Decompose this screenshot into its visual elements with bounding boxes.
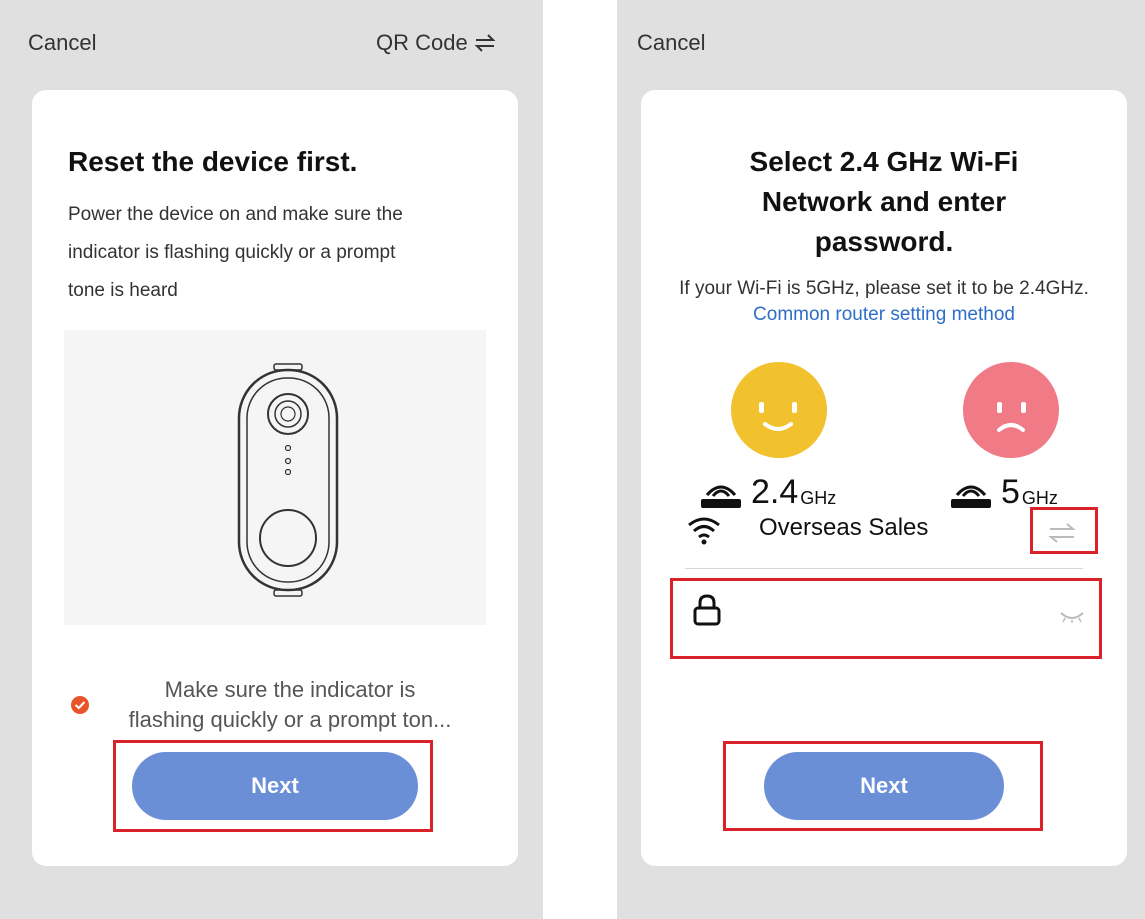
- check-circle-icon[interactable]: [70, 695, 90, 715]
- qr-code-label: QR Code: [376, 30, 468, 55]
- band-value: 5: [1001, 473, 1020, 511]
- title-line: Network and enter: [761, 186, 1007, 217]
- swap-arrows-icon: [474, 34, 496, 52]
- band-value: 2.4: [751, 473, 799, 511]
- router-setting-link[interactable]: Common router setting method: [753, 304, 1015, 325]
- title-line: Select 2.4 GHz Wi-Fi: [749, 146, 1019, 177]
- confirm-line: Make sure the indicator is: [164, 677, 416, 702]
- router-icon: [951, 485, 991, 508]
- instruction-line: indicator is flashing quickly or a promp…: [68, 242, 396, 263]
- band-unit: GHz: [1021, 488, 1058, 508]
- cancel-button[interactable]: Cancel: [637, 30, 705, 56]
- band-24ghz-label: 2.4 GHz: [699, 475, 836, 509]
- title-line: password.: [814, 226, 954, 257]
- qr-code-button[interactable]: QR Code: [376, 30, 496, 56]
- info-text: If your Wi-Fi is 5GHz, please set it to …: [679, 276, 1089, 328]
- doorbell-icon: [237, 363, 339, 597]
- instruction-text: Power the device on and make sure the in…: [68, 196, 403, 310]
- instruction-line: Power the device on and make sure the: [68, 204, 403, 225]
- highlight-box: [113, 740, 433, 832]
- device-illustration: [64, 330, 486, 625]
- highlight-box: [670, 578, 1102, 659]
- router-icon: [701, 485, 741, 508]
- band-5ghz-label: 5 GHz: [949, 475, 1058, 509]
- happy-face-icon: [731, 362, 827, 458]
- instruction-line: tone is heard: [68, 280, 178, 301]
- highlight-box: [723, 741, 1043, 831]
- sad-face-icon: [963, 362, 1059, 458]
- info-message: If your Wi-Fi is 5GHz, please set it to …: [679, 278, 1089, 299]
- network-name[interactable]: Overseas Sales: [759, 514, 928, 542]
- divider: [685, 568, 1083, 569]
- confirm-text: Make sure the indicator is flashing quic…: [90, 675, 490, 735]
- page-title: Select 2.4 GHz Wi-Fi Network and enter p…: [641, 142, 1127, 262]
- page-title: Reset the device first.: [68, 146, 358, 177]
- cancel-button[interactable]: Cancel: [28, 30, 96, 56]
- confirm-line: flashing quickly or a prompt ton...: [128, 707, 452, 732]
- wifi-icon: [688, 517, 720, 545]
- band-unit: GHz: [800, 488, 837, 508]
- highlight-box: [1030, 507, 1098, 554]
